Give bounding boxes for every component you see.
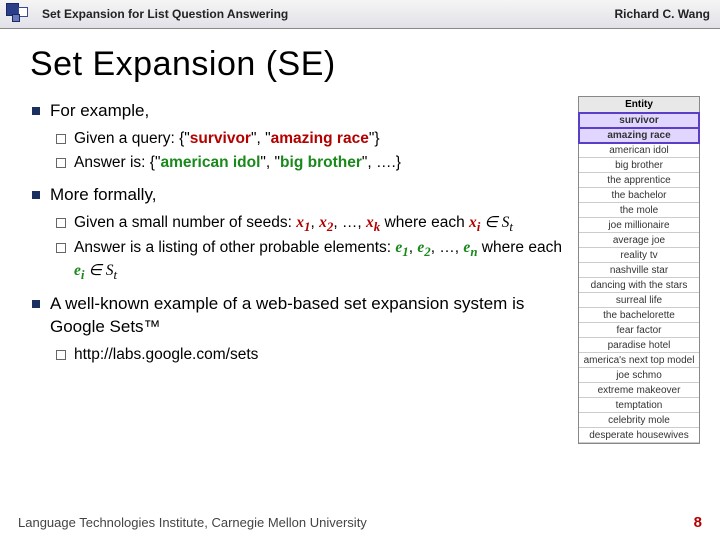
entity-row: extreme makeover — [579, 383, 699, 398]
entity-table-header: Entity — [579, 97, 699, 113]
entity-row: average joe — [579, 233, 699, 248]
bullet-for-example: For example, Given a query: {"survivor",… — [30, 100, 572, 174]
bullet-more-formally: More formally, Given a small number of s… — [30, 184, 572, 284]
entity-row: fear factor — [579, 323, 699, 338]
entity-row: america's next top model — [579, 353, 699, 368]
bullet-text: More formally, — [50, 185, 156, 204]
entity-row: joe schmo — [579, 368, 699, 383]
entity-row: surreal life — [579, 293, 699, 308]
subbullet-given-query: Given a query: {"survivor", "amazing rac… — [56, 129, 572, 150]
entity-row: paradise hotel — [579, 338, 699, 353]
entity-row: nashville star — [579, 263, 699, 278]
header-bar: Set Expansion for List Question Answerin… — [0, 0, 720, 29]
footer-institution: Language Technologies Institute, Carnegi… — [18, 515, 367, 530]
header-author: Richard C. Wang — [614, 7, 720, 21]
entity-row: survivor — [579, 113, 699, 128]
logo-squares-icon — [0, 0, 36, 28]
entity-row: the bachelor — [579, 188, 699, 203]
entity-row: big brother — [579, 158, 699, 173]
bullet-text: For example, — [50, 101, 149, 120]
entity-row: reality tv — [579, 248, 699, 263]
entity-table: Entity survivoramazing raceamerican idol… — [578, 96, 700, 444]
slide-title: Set Expansion (SE) — [30, 45, 700, 84]
subbullet-answer-listing: Answer is a listing of other probable el… — [56, 238, 572, 283]
entity-row: temptation — [579, 398, 699, 413]
slide-body: Set Expansion (SE) For example, Given a … — [0, 29, 720, 540]
bullet-google-sets: A well-known example of a web-based set … — [30, 293, 572, 366]
entity-row: celebrity mole — [579, 413, 699, 428]
bullet-text: A well-known example of a web-based set … — [50, 294, 524, 336]
entity-row: desperate housewives — [579, 428, 699, 443]
footer: Language Technologies Institute, Carnegi… — [18, 514, 702, 531]
subbullet-given-seeds: Given a small number of seeds: x1, x2, …… — [56, 213, 572, 236]
entity-row: the apprentice — [579, 173, 699, 188]
entity-row: dancing with the stars — [579, 278, 699, 293]
subbullet-url: http://labs.google.com/sets — [56, 345, 572, 366]
bullet-area: For example, Given a query: {"survivor",… — [30, 96, 572, 444]
page-number: 8 — [694, 514, 702, 531]
entity-row: amazing race — [579, 128, 699, 143]
entity-row: the bachelorette — [579, 308, 699, 323]
entity-row: american idol — [579, 143, 699, 158]
entity-row: joe millionaire — [579, 218, 699, 233]
entity-row: the mole — [579, 203, 699, 218]
header-title: Set Expansion for List Question Answerin… — [42, 7, 614, 21]
subbullet-answer-is: Answer is: {"american idol", "big brothe… — [56, 153, 572, 174]
